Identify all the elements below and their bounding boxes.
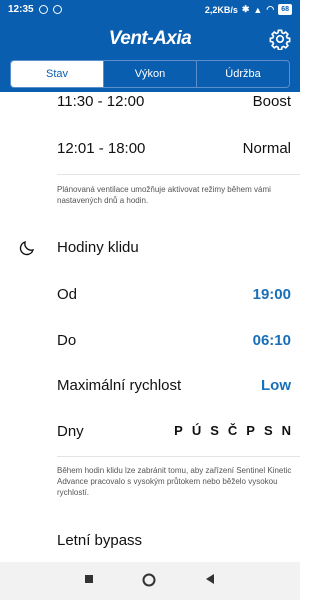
- bluetooth-icon: ✱: [241, 4, 250, 14]
- back-icon[interactable]: [205, 574, 215, 584]
- quiet-to-label: Do: [57, 332, 77, 349]
- day-toggle[interactable]: P: [246, 423, 255, 438]
- tab-udrzba[interactable]: Údržba: [196, 61, 289, 87]
- home-icon[interactable]: [142, 573, 156, 587]
- tab-bar: Stav Výkon Údržba: [0, 60, 300, 92]
- battery-icon: 68: [278, 4, 292, 15]
- day-toggle[interactable]: S: [264, 423, 273, 438]
- quiet-hours-title: Hodiny klidu: [57, 239, 139, 256]
- recents-icon[interactable]: [84, 574, 94, 584]
- notification-icon: [38, 5, 48, 14]
- max-speed-label: Maximální rychlost: [57, 377, 182, 394]
- app-logo: Vent-Axia: [108, 28, 192, 49]
- main-content[interactable]: 11:30 - 12:00 Boost 12:01 - 18:00 Normal…: [0, 92, 300, 562]
- max-speed-value[interactable]: Low: [261, 377, 291, 394]
- quiet-to-value[interactable]: 06:10: [253, 332, 291, 349]
- day-toggle[interactable]: Ú: [192, 423, 201, 438]
- quiet-from-label: Od: [57, 286, 78, 303]
- tab-stav[interactable]: Stav: [11, 61, 103, 87]
- schedule-mode: Normal: [242, 140, 291, 157]
- network-speed: 2,2KB/s: [204, 4, 238, 15]
- notification-icon-2: [52, 5, 62, 14]
- gear-icon[interactable]: [269, 28, 291, 50]
- wifi-icon: ◠: [266, 4, 275, 14]
- tab-vykon[interactable]: Výkon: [103, 61, 196, 87]
- day-toggle[interactable]: P: [174, 423, 183, 438]
- schedule-time: 12:01 - 18:00: [57, 140, 146, 157]
- schedule-mode: Boost: [252, 93, 291, 110]
- quiet-from-value[interactable]: 19:00: [253, 286, 291, 303]
- schedule-time: 11:30 - 12:00: [57, 93, 145, 110]
- quiet-hours-note: Během hodin klidu lze zabránit tomu, aby…: [57, 466, 292, 497]
- days-label: Dny: [57, 423, 84, 440]
- status-bar: 12:35 2,2KB/s ✱ ▲ ◠ 68: [0, 0, 300, 20]
- schedule-note: Plánovaná ventilace umožňuje aktivovat r…: [57, 185, 271, 205]
- divider: [57, 456, 300, 457]
- summer-bypass-label: Letní bypass: [57, 532, 143, 549]
- day-toggle[interactable]: Č: [228, 423, 237, 438]
- system-nav-bar: [0, 562, 300, 600]
- days-selector[interactable]: P Ú S Č P S N: [174, 423, 291, 438]
- app-bar: Vent-Axia: [0, 20, 300, 60]
- day-toggle[interactable]: S: [210, 423, 219, 438]
- signal-icon: ▲: [253, 4, 263, 15]
- moon-icon: [19, 241, 34, 256]
- status-time: 12:35: [8, 4, 34, 15]
- day-toggle[interactable]: N: [282, 423, 291, 438]
- divider: [57, 174, 300, 175]
